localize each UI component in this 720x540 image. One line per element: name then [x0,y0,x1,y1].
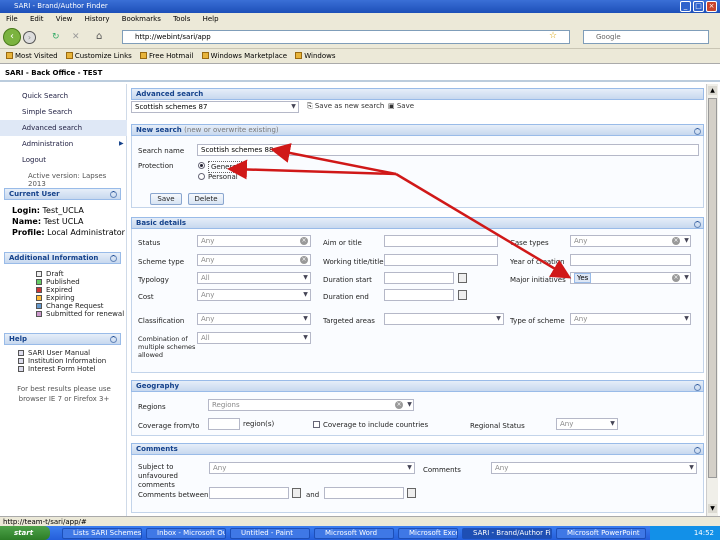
task-sari-finder[interactable]: SARI - Brand/Author Finder [462,528,552,539]
task-excel[interactable]: Microsoft Excel [398,528,458,539]
system-tray: 14:52 [650,526,720,540]
task-word[interactable]: Microsoft Word [314,528,394,539]
status-bar: http://team-t/sari/app/# [0,516,720,526]
start-button[interactable]: start [0,526,50,540]
arrow-to-major-initiatives [395,172,572,279]
task-lists-sari[interactable]: Lists SARI Schemes [62,528,142,539]
task-paint[interactable]: Untitled - Paint [230,528,310,539]
annotation-arrows [227,143,572,279]
task-inbox[interactable]: Inbox - Microsoft Out... [146,528,226,539]
clock: 14:52 [693,529,714,537]
task-powerpoint[interactable]: Microsoft PowerPoint [556,528,646,539]
status-text: http://team-t/sari/app/# [3,518,87,526]
start-label: start [14,529,34,537]
